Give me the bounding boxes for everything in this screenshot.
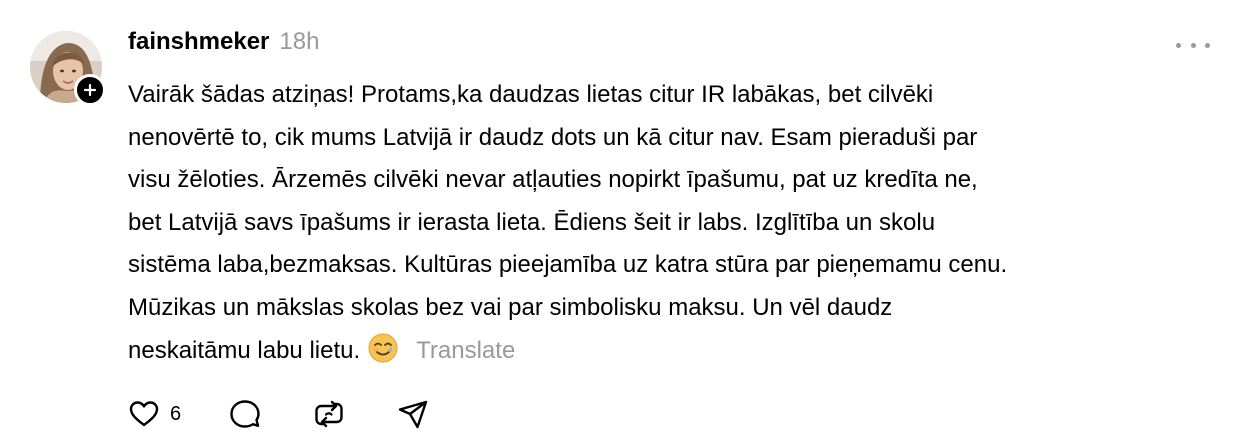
share-icon <box>398 400 428 429</box>
timestamp: 18h <box>279 28 320 55</box>
thread-post: fainshmeker 18h Vairāk šādas atziņas! Pr… <box>0 0 1240 448</box>
repost-icon <box>315 400 343 428</box>
post-body-line: bet Latvijā savs īpašums ir ierasta liet… <box>128 208 936 236</box>
follow-button[interactable] <box>74 74 106 106</box>
comment-button[interactable] <box>229 398 261 430</box>
more-dot-icon <box>1176 42 1181 48</box>
heart-icon <box>129 401 159 427</box>
username[interactable]: fainshmeker <box>128 28 269 56</box>
comment-icon <box>230 400 260 428</box>
avatar-container[interactable] <box>30 31 106 106</box>
translate-link[interactable]: Translate <box>416 337 515 364</box>
like-count: 6 <box>170 402 182 425</box>
share-button[interactable] <box>397 398 429 430</box>
smiling-face-with-tear-icon <box>368 333 398 363</box>
post-body-line: visu žēloties. Ārzemēs cilvēki nevar atļ… <box>128 166 978 194</box>
repost-button[interactable] <box>313 398 345 430</box>
like-button[interactable]: 6 <box>128 398 229 430</box>
post-body-line: Vairāk šādas atziņas! Protams,ka daudzas… <box>128 81 934 108</box>
more-dot-icon <box>1205 42 1210 48</box>
post-body: Vairāk šādas atziņas! Protams,ka daudzas… <box>128 74 1218 372</box>
post-body-last-line: neskaitāmu labu lietu. Translate <box>128 330 1218 373</box>
more-options-button[interactable] <box>1176 36 1210 54</box>
post-actions: 6 <box>128 392 429 436</box>
post-body-line: sistēma laba,bezmaksas. Kultūras pieejam… <box>128 251 1008 279</box>
more-dot-icon <box>1190 42 1196 48</box>
post-body-line: neskaitāmu labu lietu. <box>128 336 361 364</box>
post-body-line: nenovērtē to, cik mums Latvijā ir daudz … <box>128 123 978 151</box>
post-body-line: Mūzikas un mākslas skolas bez vai par si… <box>128 293 893 321</box>
post-header: fainshmeker 18h <box>128 28 319 64</box>
plus-icon <box>83 83 97 97</box>
